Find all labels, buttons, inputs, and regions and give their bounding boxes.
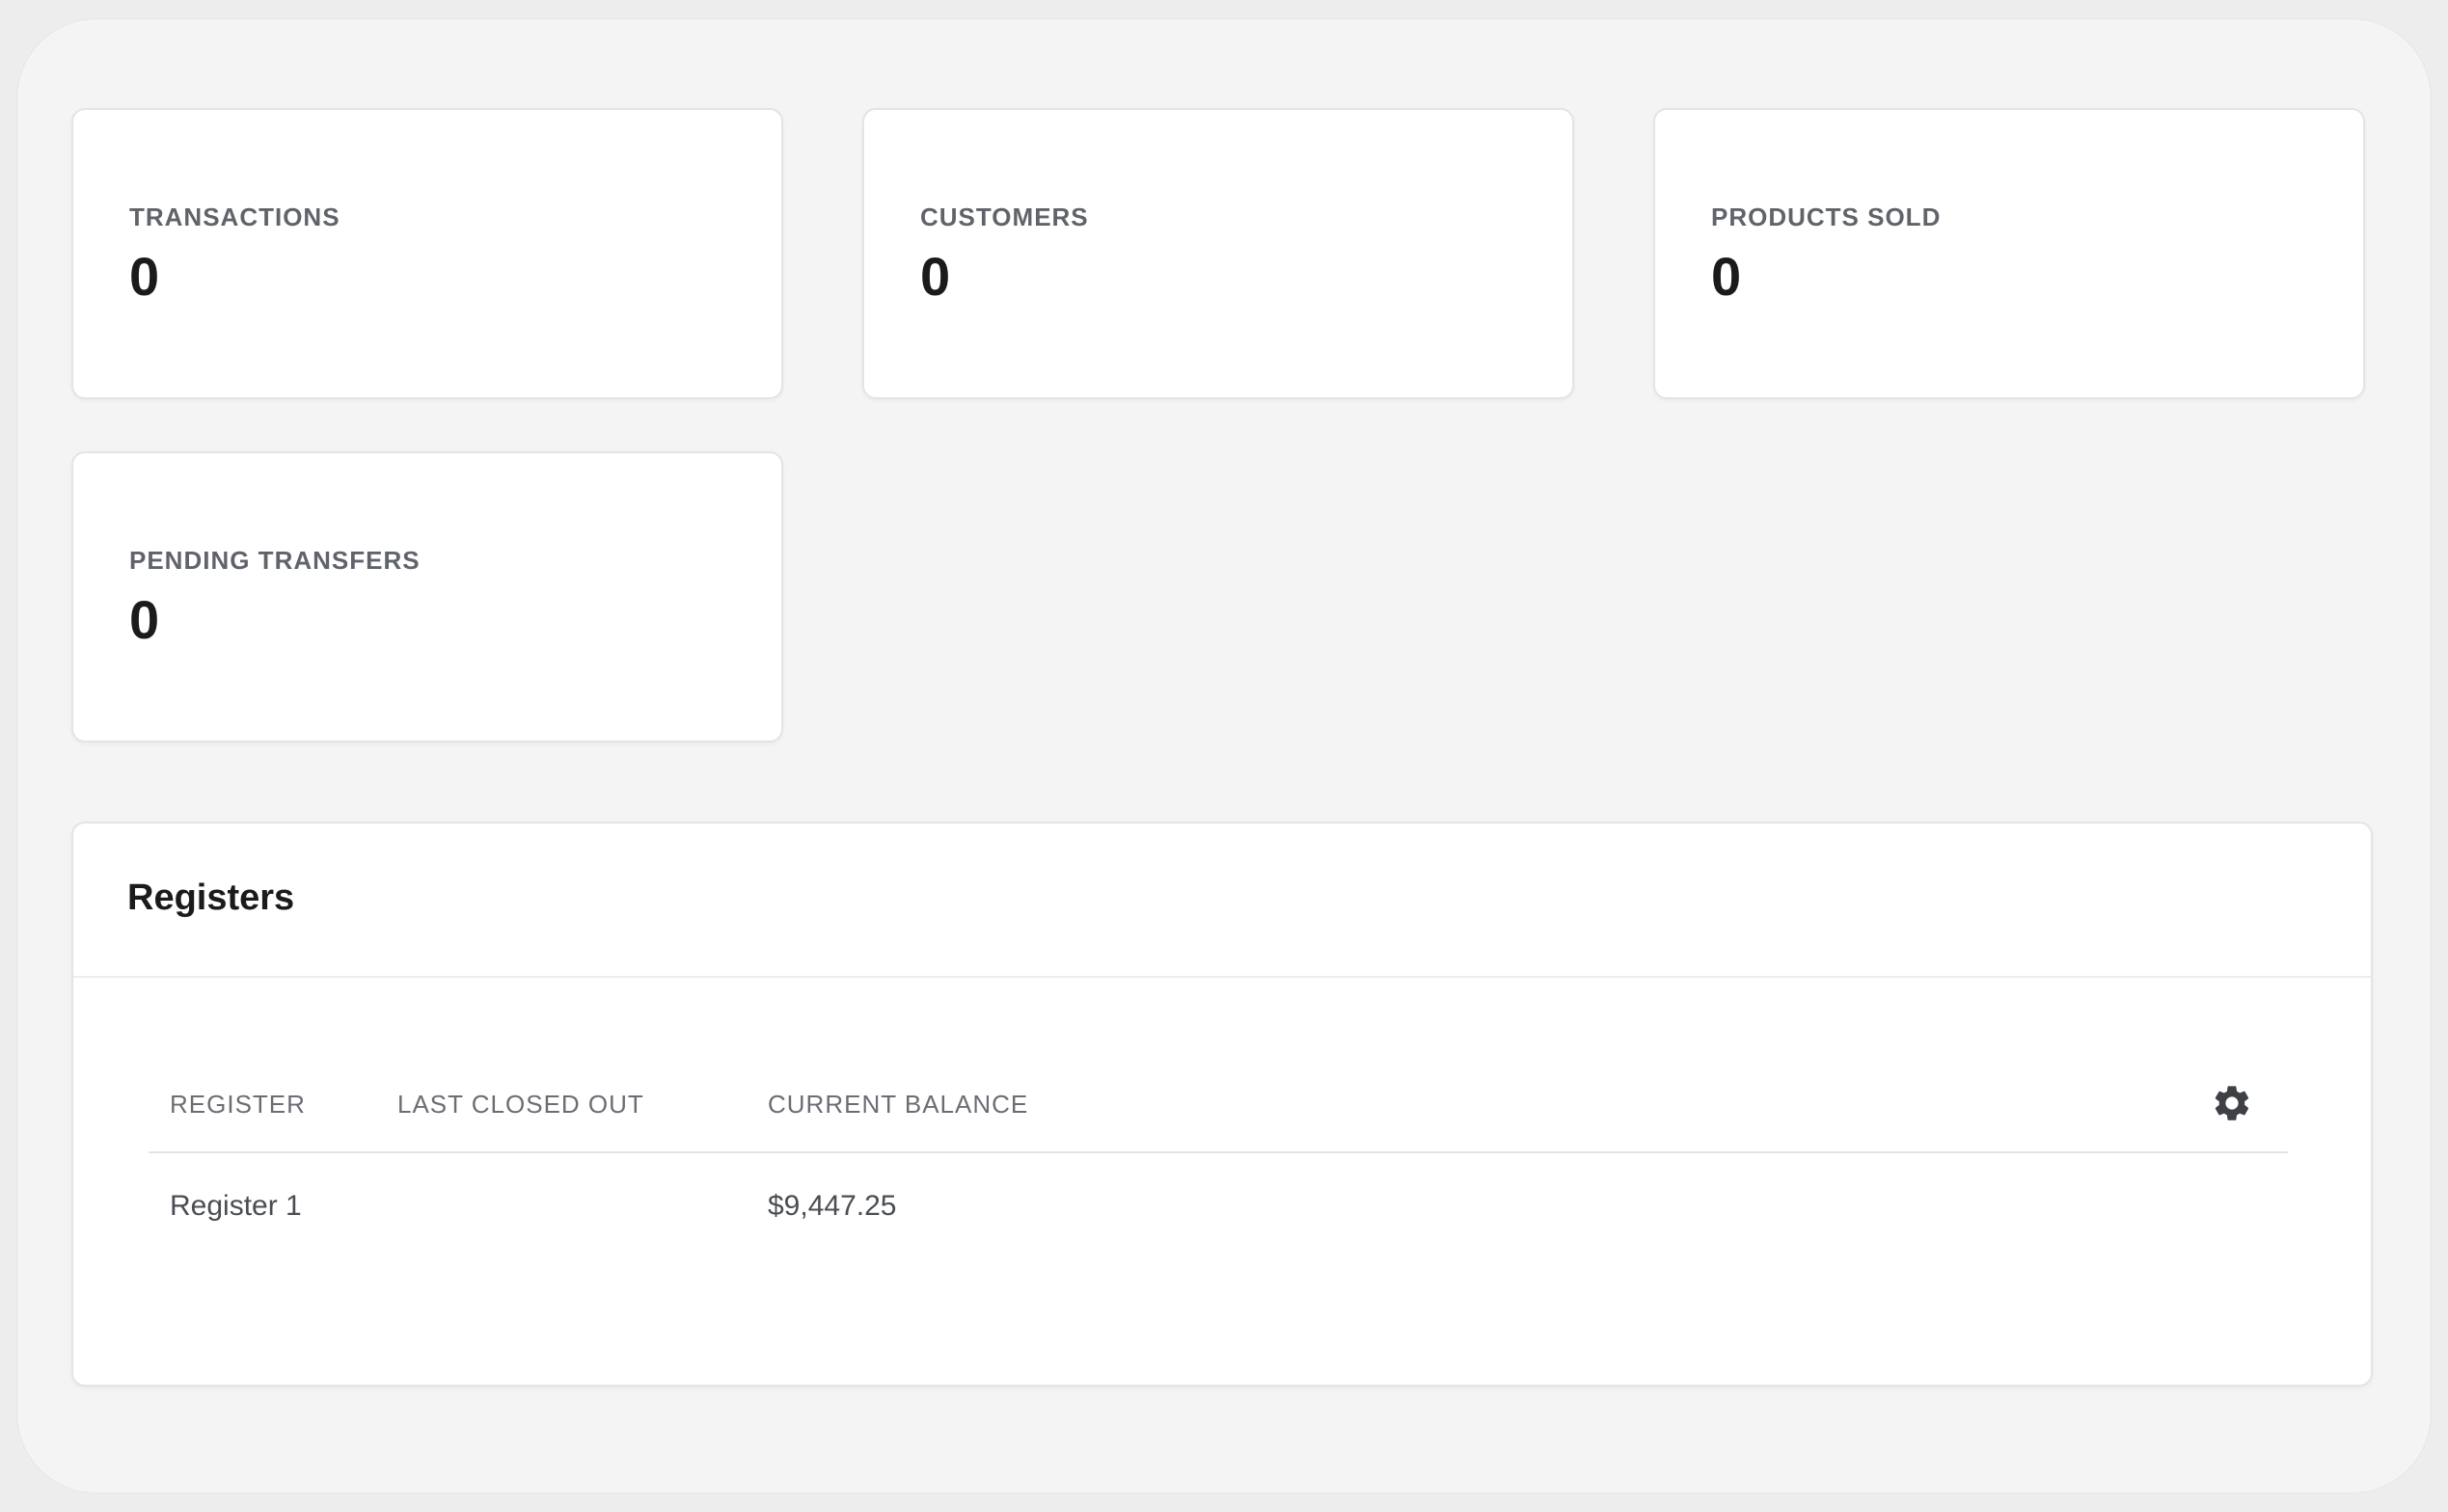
stat-card-pending-transfers: PENDING TRANSFERS 0 xyxy=(71,451,783,742)
stat-value: 0 xyxy=(129,589,160,650)
stat-label: PENDING TRANSFERS xyxy=(129,546,421,575)
stat-label: TRANSACTIONS xyxy=(129,202,340,231)
column-header-current-balance[interactable]: CURRENT BALANCE xyxy=(768,1090,1028,1120)
stat-card-customers: CUSTOMERS 0 xyxy=(862,108,1574,399)
column-header-last-closed-out[interactable]: LAST CLOSED OUT xyxy=(397,1090,644,1120)
column-header-register[interactable]: REGISTER xyxy=(170,1090,306,1120)
stat-label: PRODUCTS SOLD xyxy=(1711,202,1942,231)
dashboard-panel: TRANSACTIONS 0 CUSTOMERS 0 PRODUCTS SOLD… xyxy=(17,19,2431,1493)
stat-card-products-sold: PRODUCTS SOLD 0 xyxy=(1653,108,2365,399)
registers-header: Registers xyxy=(73,824,2371,978)
table-divider xyxy=(149,1151,2288,1153)
cell-register[interactable]: Register 1 xyxy=(170,1190,302,1223)
registers-card: Registers REGISTER LAST CLOSED OUT CURRE… xyxy=(71,822,2373,1387)
stat-value: 0 xyxy=(129,246,160,307)
stat-value: 0 xyxy=(1711,246,1742,307)
stat-card-transactions: TRANSACTIONS 0 xyxy=(71,108,783,399)
stat-value: 0 xyxy=(920,246,951,307)
registers-title: Registers xyxy=(127,878,295,918)
gear-icon[interactable] xyxy=(2211,1082,2253,1124)
cell-current-balance: $9,447.25 xyxy=(768,1190,897,1222)
stat-label: CUSTOMERS xyxy=(920,202,1089,231)
